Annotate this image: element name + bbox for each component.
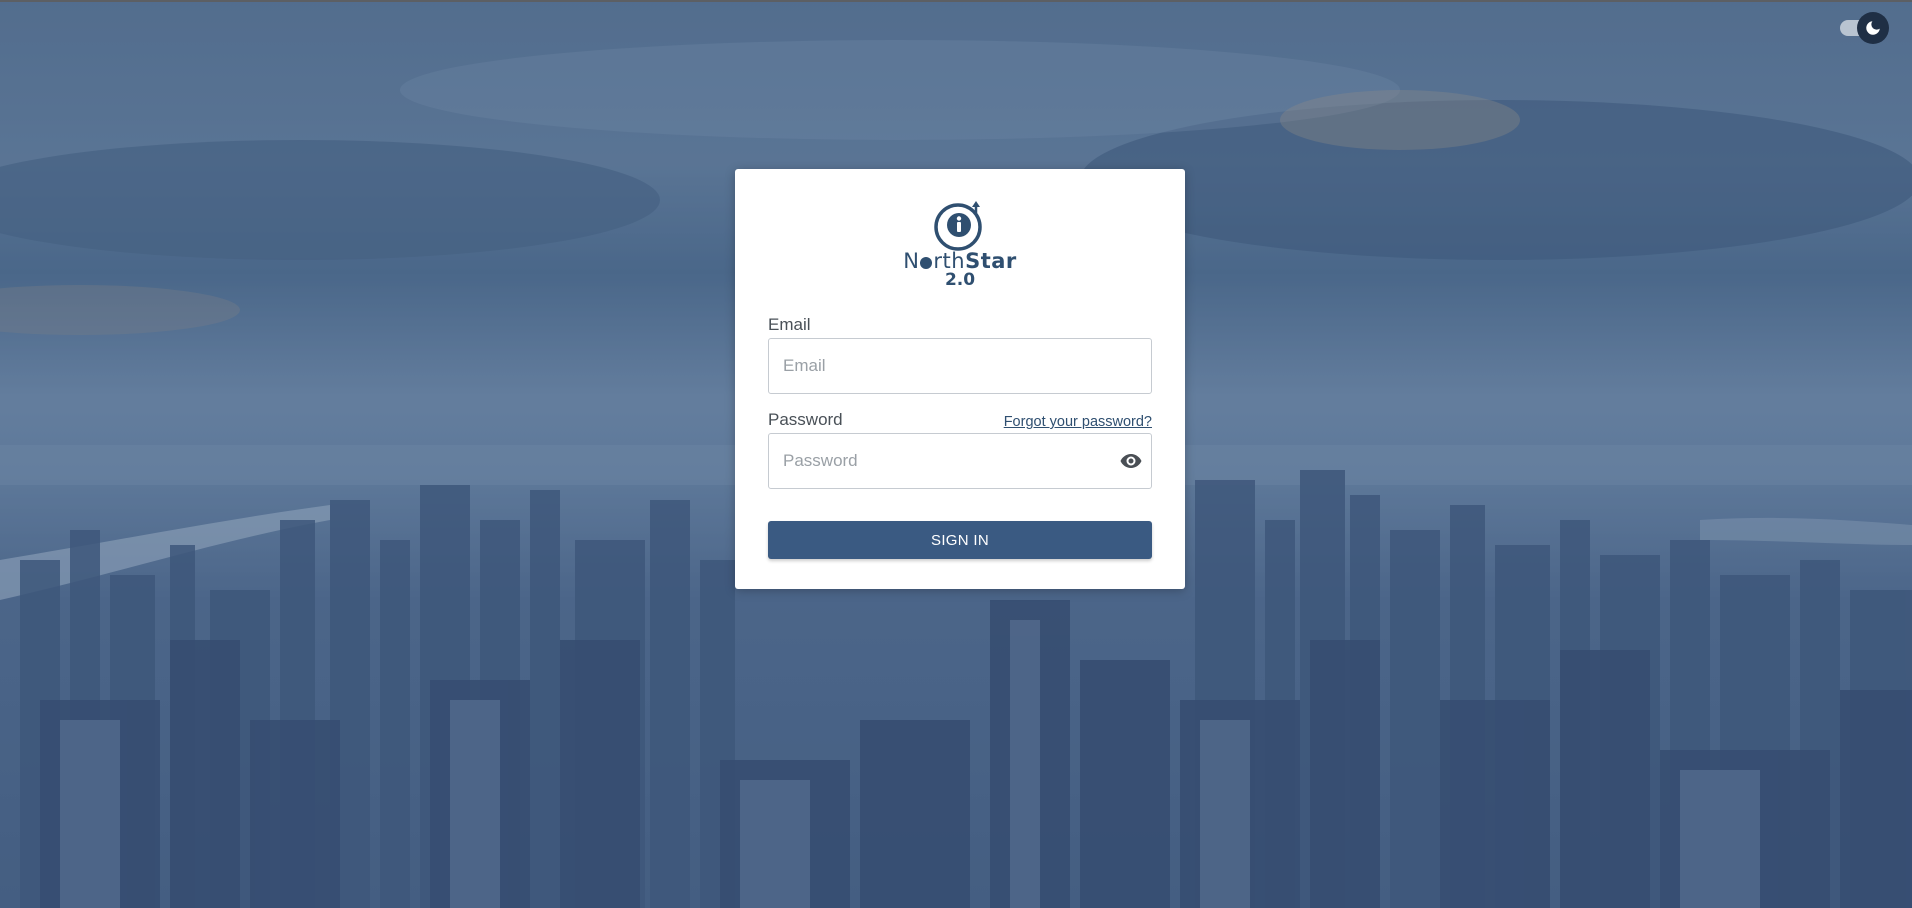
email-input[interactable] <box>768 338 1152 394</box>
login-card: NrthStar 2.0 Email Password Forgot your … <box>735 169 1185 589</box>
toggle-knob <box>1857 12 1889 44</box>
forgot-password-link[interactable]: Forgot your password? <box>1004 414 1152 430</box>
brand-name: NrthStar <box>900 249 1020 273</box>
info-circle-arrow-icon <box>934 201 982 251</box>
theme-toggle-switch[interactable] <box>1840 12 1890 44</box>
email-label: Email <box>768 315 811 334</box>
moon-icon <box>1866 21 1880 35</box>
password-label: Password <box>768 410 843 429</box>
brand-logo: NrthStar 2.0 <box>900 201 1020 297</box>
password-label-row: Password Forgot your password? <box>768 410 1152 430</box>
password-input[interactable] <box>768 433 1152 489</box>
window-top-border <box>0 0 1912 2</box>
brand-compass-dot <box>920 257 933 269</box>
eye-icon[interactable] <box>1119 449 1143 473</box>
email-field-wrapper <box>768 338 1152 394</box>
brand-name-prefix: N <box>903 249 920 273</box>
sign-in-button[interactable]: SIGN IN <box>768 521 1152 559</box>
password-field-wrapper <box>768 433 1152 489</box>
brand-version: 2.0 <box>944 270 976 290</box>
